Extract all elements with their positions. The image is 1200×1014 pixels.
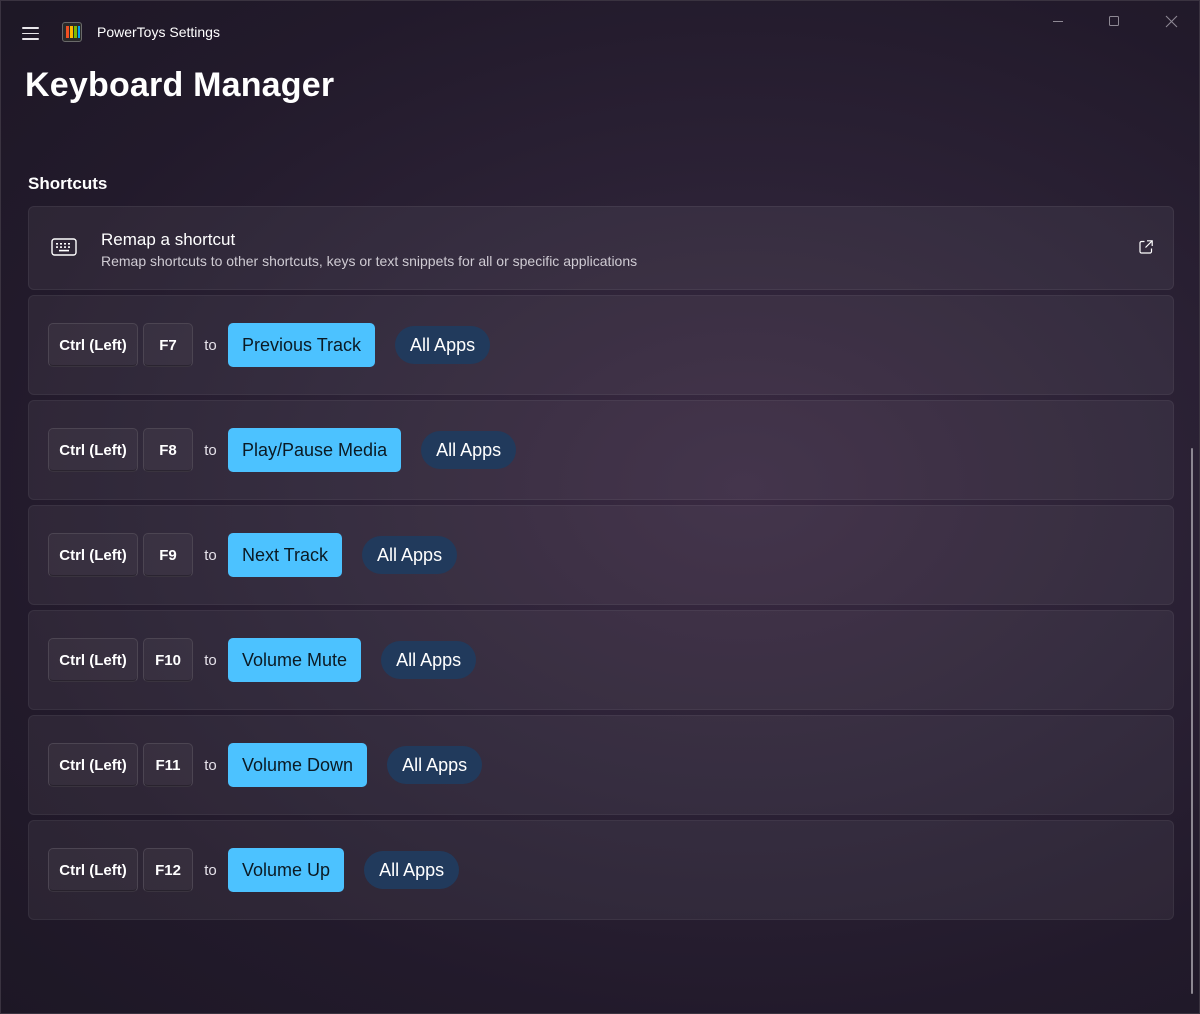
close-icon	[1165, 15, 1177, 27]
function-key: F8	[143, 428, 193, 472]
function-key: F7	[143, 323, 193, 367]
scope-badge: All Apps	[364, 851, 460, 889]
maximize-button[interactable]	[1091, 6, 1137, 36]
minimize-button[interactable]	[1035, 6, 1081, 36]
function-key: F9	[143, 533, 193, 577]
modifier-key: Ctrl (Left)	[48, 638, 138, 682]
to-label: to	[204, 861, 217, 879]
remap-shortcut-title: Remap a shortcut	[101, 230, 236, 249]
to-label: to	[204, 441, 217, 459]
remap-shortcut-description: Remap shortcuts to other shortcuts, keys…	[101, 253, 638, 269]
close-button[interactable]	[1148, 6, 1194, 36]
minimize-icon	[1053, 21, 1063, 22]
app-title: PowerToys Settings	[97, 24, 220, 40]
modifier-key: Ctrl (Left)	[48, 323, 138, 367]
page-title: Keyboard Manager	[25, 66, 335, 104]
shortcut-mapping-row: Ctrl (Left) F12 to Volume Up All Apps	[28, 820, 1174, 920]
modifier-key: Ctrl (Left)	[48, 533, 138, 577]
to-label: to	[204, 336, 217, 354]
scope-badge: All Apps	[387, 746, 483, 784]
shortcut-mapping-row: Ctrl (Left) F9 to Next Track All Apps	[28, 505, 1174, 605]
to-label: to	[204, 546, 217, 564]
function-key: F12	[143, 848, 193, 892]
to-label: to	[204, 756, 217, 774]
modifier-key: Ctrl (Left)	[48, 743, 138, 787]
target-action: Previous Track	[228, 323, 376, 367]
section-title-shortcuts: Shortcuts	[28, 174, 108, 193]
remap-shortcut-card[interactable]: Remap a shortcut Remap shortcuts to othe…	[28, 206, 1174, 290]
keyboard-icon	[51, 238, 77, 256]
modifier-key: Ctrl (Left)	[48, 428, 138, 472]
modifier-key: Ctrl (Left)	[48, 848, 138, 892]
scope-badge: All Apps	[395, 326, 491, 364]
function-key: F11	[143, 743, 193, 787]
title-bar: PowerToys Settings	[0, 0, 1200, 64]
shortcut-mapping-row: Ctrl (Left) F10 to Volume Mute All Apps	[28, 610, 1174, 710]
shortcut-mapping-row: Ctrl (Left) F11 to Volume Down All Apps	[28, 715, 1174, 815]
target-action: Volume Down	[228, 743, 368, 787]
shortcut-mapping-row: Ctrl (Left) F7 to Previous Track All App…	[28, 295, 1174, 395]
target-action: Next Track	[228, 533, 343, 577]
target-action: Volume Mute	[228, 638, 362, 682]
function-key: F10	[143, 638, 193, 682]
target-action: Volume Up	[228, 848, 345, 892]
powertoys-logo-icon	[62, 22, 82, 42]
open-external-icon[interactable]	[1138, 239, 1154, 255]
vertical-scrollbar[interactable]	[1191, 448, 1193, 994]
scope-badge: All Apps	[362, 536, 458, 574]
scope-badge: All Apps	[421, 431, 517, 469]
maximize-icon	[1109, 16, 1119, 26]
navigation-menu-icon[interactable]	[20, 24, 42, 42]
to-label: to	[204, 651, 217, 669]
shortcut-mapping-row: Ctrl (Left) F8 to Play/Pause Media All A…	[28, 400, 1174, 500]
scope-badge: All Apps	[381, 641, 477, 679]
target-action: Play/Pause Media	[228, 428, 402, 472]
